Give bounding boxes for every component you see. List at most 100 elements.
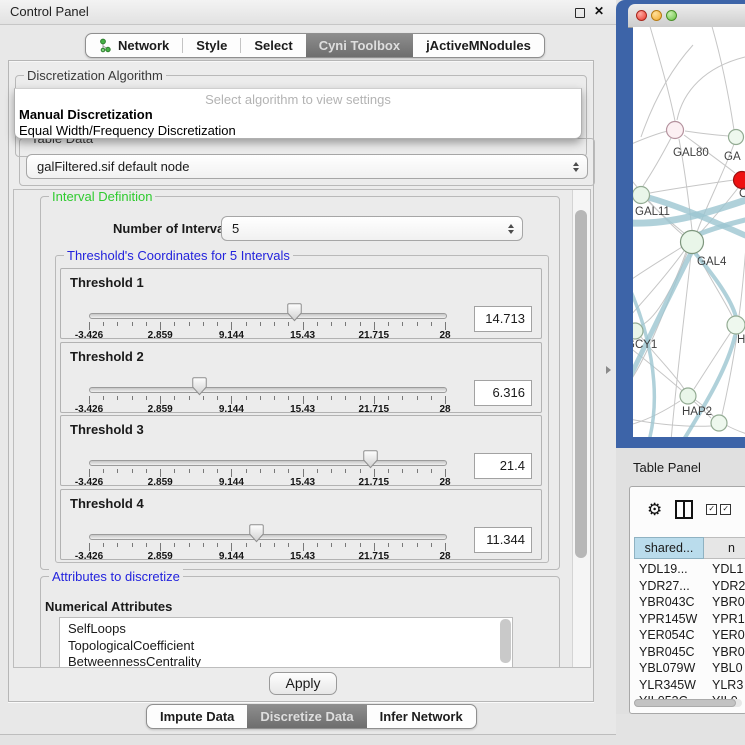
threshold-label: Threshold 1: [70, 275, 144, 290]
list-scrollbar[interactable]: [500, 619, 511, 663]
tab-discretize-data[interactable]: Discretize Data: [247, 705, 366, 728]
table-header-row: shared...n: [634, 537, 745, 559]
threshold-slider-thumb[interactable]: [287, 303, 302, 322]
column-header-shared[interactable]: shared...: [634, 537, 704, 559]
network-edge[interactable]: [642, 252, 686, 325]
table-row[interactable]: YDR27...YDR2: [634, 578, 745, 595]
network-edge[interactable]: [722, 334, 737, 415]
table-row[interactable]: YBR043CYBR0: [634, 594, 745, 611]
network-node-ga[interactable]: [729, 130, 744, 145]
traffic-lights: [636, 10, 677, 21]
node-label: GCY1: [633, 339, 657, 351]
checkbox-checked-icon[interactable]: ✓: [706, 504, 717, 515]
gear-icon[interactable]: ⚙: [647, 501, 662, 518]
threshold-value-field[interactable]: 11.344: [474, 527, 532, 553]
group-title: Attributes to discretize: [49, 569, 183, 584]
tab-style[interactable]: Style: [183, 34, 240, 57]
threshold-label: Threshold 4: [70, 496, 144, 511]
zoom-traffic-light-icon[interactable]: [666, 10, 677, 21]
tab-label: Select: [254, 38, 292, 53]
network-node-c[interactable]: [734, 172, 745, 189]
network-edge[interactable]: [685, 131, 729, 136]
minimize-traffic-light-icon[interactable]: [651, 10, 662, 21]
threshold-value-field[interactable]: 6.316: [474, 380, 532, 406]
algorithm-option-equal-width-frequency-discretization[interactable]: Equal Width/Frequency Discretization: [15, 123, 581, 139]
network-edge[interactable]: [711, 27, 734, 130]
vertical-scrollbar[interactable]: [572, 190, 590, 667]
network-node-gcy1[interactable]: [633, 323, 643, 339]
close-traffic-light-icon[interactable]: [636, 10, 647, 21]
attribute-item-betweennesscentrality[interactable]: BetweennessCentrality: [60, 654, 512, 668]
threshold-value-field[interactable]: 21.4: [474, 453, 532, 479]
threshold-slider-thumb[interactable]: [249, 524, 264, 543]
tab-select[interactable]: Select: [241, 34, 305, 57]
network-edge-highlighted[interactable]: [633, 249, 693, 375]
network-edge[interactable]: [650, 180, 734, 193]
numerical-attributes-list[interactable]: SelfLoopsTopologicalCoefficientBetweenne…: [59, 617, 513, 668]
network-canvas[interactable]: GAL80GACGAL11GAL4GCY1HHAP2: [633, 27, 745, 437]
network-edge[interactable]: [677, 57, 745, 120]
apply-button[interactable]: Apply: [269, 672, 337, 695]
tab-jactivemnodules[interactable]: jActiveMNodules: [413, 34, 544, 57]
network-edge[interactable]: [726, 425, 745, 434]
network-node-hap2[interactable]: [680, 388, 696, 404]
network-node[interactable]: [711, 415, 727, 431]
algorithm-placeholder: Select algorithm to view settings: [15, 89, 581, 107]
control-panel-window: Control Panel ✕ NetworkStyleSelectCyni T…: [0, 0, 616, 735]
network-edge[interactable]: [643, 138, 671, 186]
table-row[interactable]: YDL19...YDL1: [634, 561, 745, 578]
top-tab-bar: NetworkStyle Select Cyni ToolboxjActiveMNo…: [85, 33, 545, 58]
close-icon[interactable]: ✕: [594, 4, 604, 18]
table-row[interactable]: YBR045CYBR0: [634, 644, 745, 661]
threshold-slider-track[interactable]: [89, 313, 447, 319]
threshold-slider-thumb[interactable]: [192, 377, 207, 396]
network-view-window: GAL80GACGAL11GAL4GCY1HHAP2: [616, 0, 745, 448]
tab-infer-network[interactable]: Infer Network: [367, 705, 476, 728]
stepper-icon: [570, 162, 581, 172]
network-node-gal80[interactable]: [667, 122, 684, 139]
table-data-group: Table Data galFiltered.sif default node: [19, 138, 595, 186]
column-layout-icon[interactable]: [675, 500, 693, 519]
splitter-collapse-icon[interactable]: [606, 366, 611, 374]
scrollbar-thumb[interactable]: [575, 210, 587, 558]
cell-shared-name: YER054C: [634, 627, 704, 644]
network-edge[interactable]: [633, 131, 668, 145]
tab-impute-data[interactable]: Impute Data: [147, 705, 247, 728]
node-label: GAL80: [673, 147, 709, 159]
attributes-group: Attributes to discretize Numerical Attri…: [40, 576, 560, 668]
algorithm-option-manual-discretization[interactable]: Manual Discretization: [15, 107, 581, 123]
table-row[interactable]: YLR345WYLR3: [634, 677, 745, 694]
cell-shared-name: YBR043C: [634, 594, 704, 611]
network-node-gal4[interactable]: [681, 231, 704, 254]
network-edge[interactable]: [739, 233, 745, 316]
checkbox-checked-icon[interactable]: ✓: [720, 504, 731, 515]
table-row[interactable]: YER054CYER0: [634, 627, 745, 644]
table-row[interactable]: YPR145WYPR1: [634, 611, 745, 628]
algorithm-dropdown-popup: Select algorithm to view settings Manual…: [14, 88, 582, 139]
threshold-value-field[interactable]: 14.713: [474, 306, 532, 332]
tab-label: Discretize Data: [260, 709, 353, 724]
settings-scrollpane: Interval Definition Number of Intervals …: [13, 189, 591, 668]
attribute-item-topologicalcoefficient[interactable]: TopologicalCoefficient: [60, 638, 512, 655]
horizontal-scrollbar[interactable]: [634, 699, 742, 707]
network-node-gal11[interactable]: [633, 187, 650, 204]
bottom-tab-bar: Impute Data Discretize Data Infer Network: [146, 704, 477, 729]
cell-shared-name: YBR045C: [634, 644, 704, 661]
number-of-intervals-combobox[interactable]: 5: [221, 216, 523, 241]
tab-cyni-toolbox[interactable]: Cyni Toolbox: [306, 34, 413, 57]
node-label: HAP2: [682, 406, 712, 418]
float-window-icon[interactable]: [575, 8, 585, 18]
network-edge[interactable]: [641, 45, 693, 137]
scrollbar-thumb[interactable]: [634, 699, 736, 707]
attribute-item-selfloops[interactable]: SelfLoops: [60, 618, 512, 638]
table-row[interactable]: YBL079WYBL0: [634, 660, 745, 677]
network-node-h[interactable]: [727, 316, 745, 334]
table-data-combobox[interactable]: galFiltered.sif default node: [26, 154, 588, 179]
threshold-slider-thumb[interactable]: [363, 450, 378, 469]
threshold-slider-track[interactable]: [89, 460, 447, 466]
threshold-slider-track[interactable]: [89, 534, 447, 540]
tab-network[interactable]: Network: [86, 34, 182, 57]
column-header-n[interactable]: n: [704, 537, 745, 559]
number-of-intervals-label: Number of Intervals: [113, 221, 235, 236]
threshold-slider-track[interactable]: [89, 387, 447, 393]
